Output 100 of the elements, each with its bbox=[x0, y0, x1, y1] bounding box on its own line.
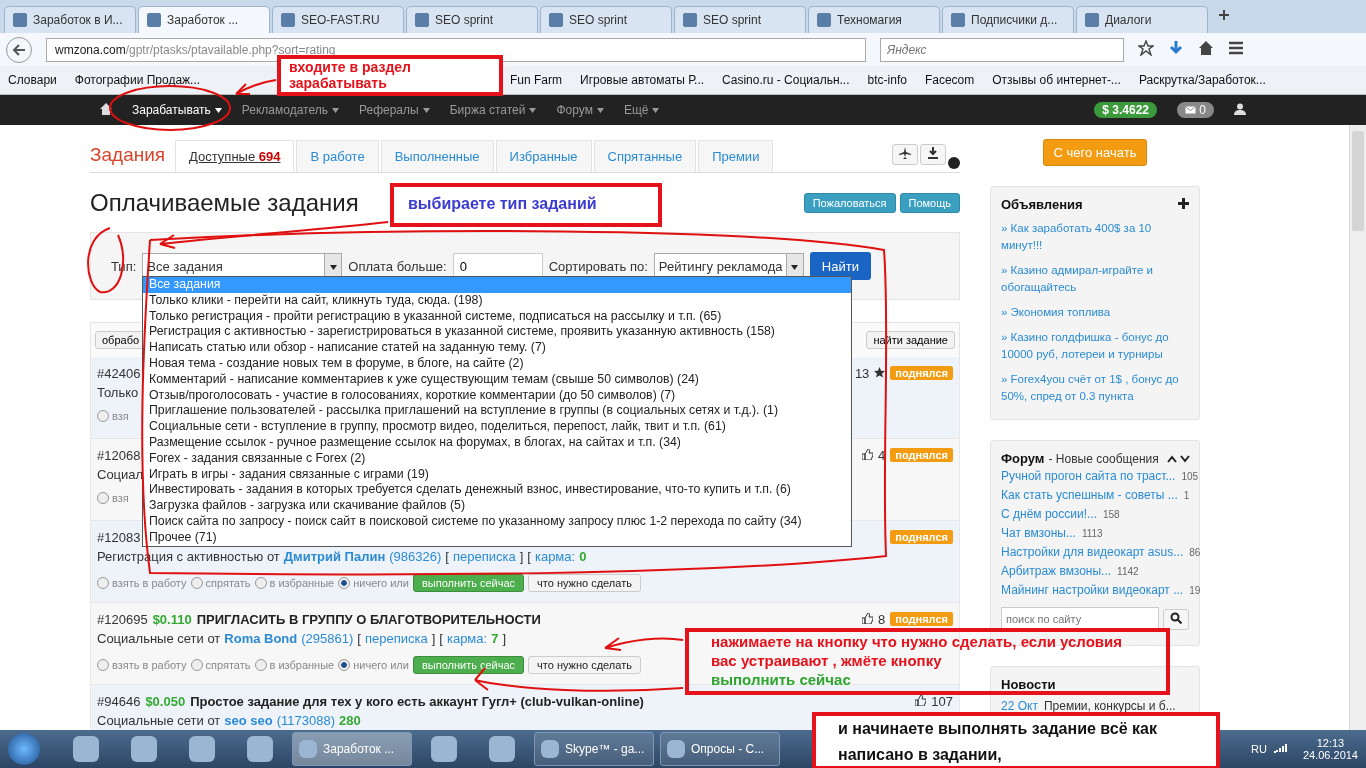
messages-badge[interactable]: 0 bbox=[1177, 102, 1214, 118]
radio-option[interactable]: ничего или bbox=[338, 659, 409, 671]
meta-link[interactable]: (295861) bbox=[301, 630, 354, 646]
home-icon[interactable] bbox=[100, 102, 112, 118]
radio-option[interactable]: в избранные bbox=[254, 577, 335, 589]
radio-option[interactable]: в избранные bbox=[254, 659, 335, 671]
browser-tab[interactable]: Подписчики д... bbox=[942, 6, 1074, 33]
radio-icon[interactable] bbox=[338, 659, 351, 671]
forum-link[interactable]: Ручной прогон сайта по траст... bbox=[1001, 468, 1176, 485]
nav-menu-item[interactable]: Рекламодатель bbox=[241, 103, 339, 117]
radio-icon[interactable] bbox=[97, 492, 109, 504]
browser-tab[interactable]: Диалоги bbox=[1076, 6, 1208, 33]
task-tab[interactable]: Спрятанные bbox=[593, 140, 697, 172]
radio-option[interactable]: взять в работу bbox=[97, 659, 187, 671]
dropdown-option[interactable]: Социальные сети - вступление в группу, просмотр видео, поделиться, перепост, лайк, твит и т.п. (61) bbox=[143, 419, 851, 435]
browser-tab[interactable]: Техномагия bbox=[808, 6, 940, 33]
radio-icon[interactable] bbox=[338, 577, 351, 589]
dropdown-option[interactable]: Отзыв/проголосовать - участие в голосованиях, короткие комментарии (до 50 символов) (7) bbox=[143, 387, 851, 404]
radio-icon[interactable] bbox=[97, 577, 109, 589]
dropdown-option[interactable]: Инвестировать - задания в которых требуется сделать денежный взнос, инвестирование, что-то купить и т.п. (6) bbox=[143, 482, 851, 499]
dropdown-option[interactable]: Загрузка файлов - загрузка или скачивание файлов (5) bbox=[143, 498, 851, 514]
download-icon[interactable] bbox=[920, 144, 946, 165]
bookmark[interactable]: Фотографии Продаж... bbox=[74, 73, 201, 87]
dropdown-option[interactable]: Размещение ссылок - ручное размещение ссылок на форумах, в блогах, на сайтах и т.п. (34) bbox=[143, 434, 851, 451]
ad-link[interactable]: » Forex4you счёт от 1$ , бонус до 50%, спред от 0.3 пункта bbox=[1001, 371, 1189, 405]
radio-icon[interactable] bbox=[190, 659, 203, 671]
forum-link[interactable]: С днём россии!... bbox=[1001, 506, 1097, 523]
header-button[interactable]: Помощь bbox=[899, 192, 960, 213]
search-icon[interactable] bbox=[1163, 608, 1189, 630]
task-tab[interactable]: В работе bbox=[296, 140, 379, 172]
browser-tab[interactable]: SEO sprint bbox=[540, 6, 672, 33]
payment-field[interactable]: 0 bbox=[452, 253, 543, 279]
dropdown-option[interactable]: Поиск сайта по запросу - поиск сайт в поисковой системе по указанному запросу плюс 1-2 перехода по сайту (34) bbox=[143, 513, 851, 530]
taskbar-button[interactable]: Опросы - С... bbox=[660, 732, 780, 766]
dropdown-option[interactable]: Только клики - перейти на сайт, кликнуть туда, сюда. (198) bbox=[143, 292, 851, 309]
bookmark-star-icon[interactable] bbox=[1138, 40, 1154, 59]
bookmark[interactable]: Casino.ru - Социальн... bbox=[722, 73, 850, 87]
browser-tab[interactable]: Заработок ... bbox=[138, 6, 270, 33]
dropdown-option[interactable]: Все задания bbox=[143, 277, 851, 293]
nav-menu-item[interactable]: Рефералы bbox=[359, 103, 430, 117]
radio-option[interactable]: спрятать bbox=[190, 659, 251, 671]
plus-icon[interactable] bbox=[1178, 197, 1189, 212]
author-link[interactable]: Дмитрий Палин bbox=[283, 548, 386, 564]
radio-option[interactable]: спрятать bbox=[190, 577, 251, 589]
dropdown-option[interactable]: Комментарий - написание комментариев к уже существующим темам (свыше 50 символов) (24) bbox=[143, 371, 851, 388]
task-tab[interactable]: Доступные 694 bbox=[175, 140, 295, 172]
find-button[interactable]: Найти bbox=[809, 252, 871, 280]
user-icon[interactable] bbox=[1234, 102, 1246, 118]
dropdown-option[interactable]: Приглашение пользователей - рассылка приглашений на вступление в группы (в социальных сетях и т.д.). (1) bbox=[143, 403, 851, 420]
header-button[interactable]: Пожаловаться bbox=[803, 192, 896, 213]
dropdown-option[interactable]: Forex - задания связанные с Forex (2) bbox=[143, 450, 851, 467]
balance-badge[interactable]: $ 3.4622 bbox=[1094, 102, 1157, 118]
start-orb-icon[interactable] bbox=[8, 733, 40, 765]
radio-option[interactable]: взя bbox=[97, 410, 129, 422]
bookmark[interactable]: btc-info bbox=[867, 73, 907, 87]
task-tab[interactable]: Избранные bbox=[495, 140, 592, 172]
forum-link[interactable]: Майнинг настройки видеокарт ... bbox=[1001, 582, 1184, 599]
ad-link[interactable]: » Казино адмирал-играйте и обогащайтесь bbox=[1001, 262, 1189, 296]
nav-menu-item[interactable]: Биржа статей bbox=[449, 103, 537, 117]
taskbar-button[interactable]: Заработок ... bbox=[292, 732, 412, 766]
bookmark[interactable]: Fun Farm bbox=[510, 73, 562, 87]
radio-icon[interactable] bbox=[254, 577, 267, 589]
meta-link[interactable]: (1173088) bbox=[276, 712, 336, 728]
dropdown-option[interactable]: Прочее (71) bbox=[143, 529, 851, 546]
ad-link[interactable]: » Экономия топлива bbox=[1001, 304, 1189, 321]
dropdown-option[interactable]: Новая тема - создание новых тем в форуме, в блоге, на сайте (2) bbox=[143, 356, 851, 372]
ad-link[interactable]: » Как заработать 400$ за 10 минут!!! bbox=[1001, 220, 1189, 254]
radio-option[interactable]: взять в работу bbox=[97, 577, 187, 589]
bookmark[interactable]: Facecom bbox=[924, 73, 975, 87]
language-indicator[interactable]: RU bbox=[1251, 743, 1267, 755]
search-field[interactable]: Яндекс bbox=[880, 37, 1124, 62]
radio-option[interactable]: ничего или bbox=[338, 577, 409, 589]
bookmark[interactable]: Раскрутка/Заработок... bbox=[1138, 73, 1266, 87]
signal-icon[interactable] bbox=[1272, 742, 1287, 756]
radio-option[interactable]: взя bbox=[97, 492, 129, 504]
site-search-field[interactable]: поиск по сайту bbox=[1001, 607, 1159, 631]
bookmark[interactable]: Игровые автоматы Р... bbox=[580, 73, 705, 87]
task-tab[interactable]: Выполненные bbox=[380, 140, 494, 172]
browser-tab[interactable]: Заработок в И... bbox=[4, 6, 136, 33]
author-link[interactable]: seo seo bbox=[224, 712, 273, 728]
radio-icon[interactable] bbox=[254, 659, 267, 671]
nav-menu-item[interactable]: Ещё bbox=[623, 103, 660, 117]
radio-icon[interactable] bbox=[97, 410, 109, 422]
radio-icon[interactable] bbox=[97, 659, 109, 671]
meta-link[interactable]: переписка bbox=[452, 548, 516, 564]
forum-link[interactable]: Как стать успешным - советы ... bbox=[1001, 487, 1178, 504]
meta-link[interactable]: переписка bbox=[364, 630, 428, 646]
forum-link[interactable]: Настройки для видеокарт asus... bbox=[1001, 544, 1184, 561]
address-field[interactable]: wmzona.com/gptr/ptasks/ptavailable.php?sort=rating bbox=[46, 37, 866, 62]
dropdown-option[interactable]: Играть в игры - задания связанные с играми (19) bbox=[143, 466, 851, 483]
forum-link[interactable]: Чат вмзоны... bbox=[1001, 525, 1076, 542]
meta-link[interactable]: (986326) bbox=[389, 548, 442, 564]
task-action-button[interactable]: что нужно сделать bbox=[528, 574, 641, 592]
browser-tab[interactable]: SEO-FAST.RU bbox=[272, 6, 404, 33]
task-action-button[interactable]: что нужно сделать bbox=[528, 656, 641, 674]
scrollbar[interactable] bbox=[1349, 125, 1366, 730]
sort-select[interactable]: Рейтингу рекламода bbox=[653, 253, 804, 279]
bookmark[interactable]: Словари bbox=[8, 73, 57, 87]
author-link[interactable]: Roma Bond bbox=[224, 630, 298, 646]
news-date[interactable]: 22 Окт bbox=[1001, 699, 1038, 713]
